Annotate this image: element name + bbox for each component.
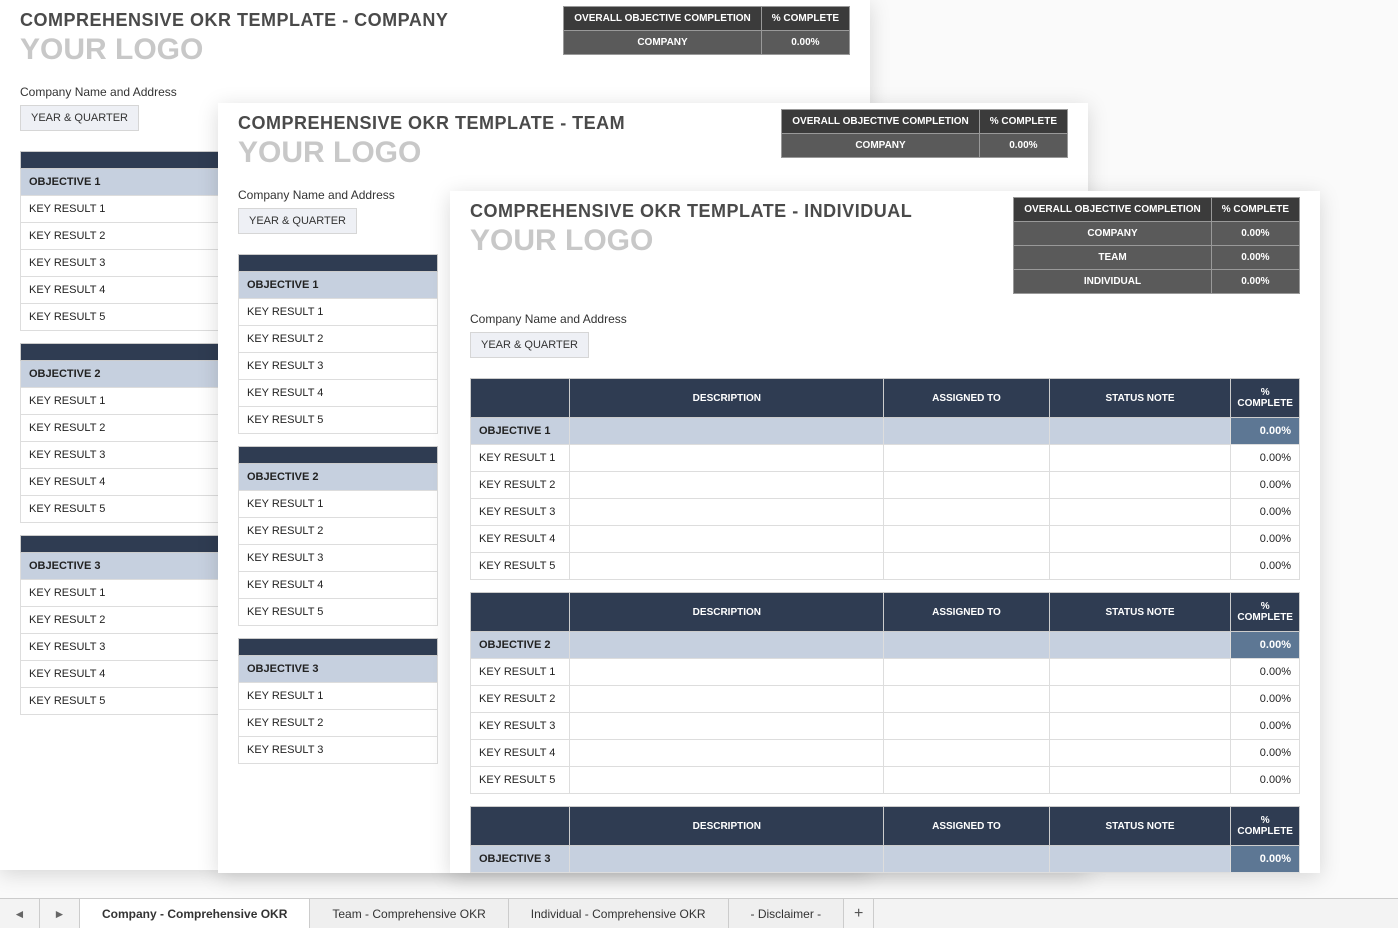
tab-team[interactable]: Team - Comprehensive OKR: [310, 899, 508, 928]
sheet-individual: COMPREHENSIVE OKR TEMPLATE - INDIVIDUAL …: [450, 191, 1320, 873]
title-company: COMPREHENSIVE OKR TEMPLATE - COMPANY: [20, 10, 448, 31]
logo-team: YOUR LOGO: [238, 136, 625, 170]
summary-company: OVERALL OBJECTIVE COMPLETION% COMPLETE C…: [563, 6, 850, 55]
okr-block-company-1: OBJECTIVE 1 KEY RESULT 1 KEY RESULT 2 KE…: [20, 151, 220, 331]
address-individual: Company Name and Address: [470, 312, 1300, 326]
tab-company[interactable]: Company - Comprehensive OKR: [80, 899, 310, 928]
okr-block-team-1: OBJECTIVE 1 KEY RESULT 1 KEY RESULT 2 KE…: [238, 254, 438, 434]
year-quarter-individual[interactable]: YEAR & QUARTER: [470, 332, 589, 358]
okr-block-ind-3: DESCRIPTIONASSIGNED TOSTATUS NOTE% COMPL…: [470, 806, 1300, 873]
tab-disclaimer[interactable]: - Disclaimer -: [729, 899, 845, 928]
okr-block-company-2: OBJECTIVE 2 KEY RESULT 1 KEY RESULT 2 KE…: [20, 343, 220, 523]
okr-block-team-2: OBJECTIVE 2 KEY RESULT 1 KEY RESULT 2 KE…: [238, 446, 438, 626]
year-quarter-company[interactable]: YEAR & QUARTER: [20, 105, 139, 131]
summary-individual: OVERALL OBJECTIVE COMPLETION% COMPLETE C…: [1013, 197, 1300, 294]
year-quarter-team[interactable]: YEAR & QUARTER: [238, 208, 357, 234]
title-team: COMPREHENSIVE OKR TEMPLATE - TEAM: [238, 113, 625, 134]
logo-individual: YOUR LOGO: [470, 224, 912, 258]
tab-nav-prev[interactable]: ◄: [0, 899, 40, 928]
address-company: Company Name and Address: [20, 85, 850, 99]
logo-company: YOUR LOGO: [20, 33, 448, 67]
okr-block-ind-2: DESCRIPTIONASSIGNED TOSTATUS NOTE% COMPL…: [470, 592, 1300, 794]
summary-team: OVERALL OBJECTIVE COMPLETION% COMPLETE C…: [781, 109, 1068, 158]
sheet-tabs: ◄ ► Company - Comprehensive OKR Team - C…: [0, 898, 1398, 928]
okr-block-ind-1: DESCRIPTIONASSIGNED TOSTATUS NOTE% COMPL…: [470, 378, 1300, 580]
title-individual: COMPREHENSIVE OKR TEMPLATE - INDIVIDUAL: [470, 201, 912, 222]
add-sheet-button[interactable]: +: [844, 899, 874, 928]
tab-individual[interactable]: Individual - Comprehensive OKR: [509, 899, 729, 928]
tab-nav-next[interactable]: ►: [40, 899, 80, 928]
okr-block-team-3: OBJECTIVE 3 KEY RESULT 1 KEY RESULT 2 KE…: [238, 638, 438, 764]
okr-block-company-3: OBJECTIVE 3 KEY RESULT 1 KEY RESULT 2 KE…: [20, 535, 220, 715]
